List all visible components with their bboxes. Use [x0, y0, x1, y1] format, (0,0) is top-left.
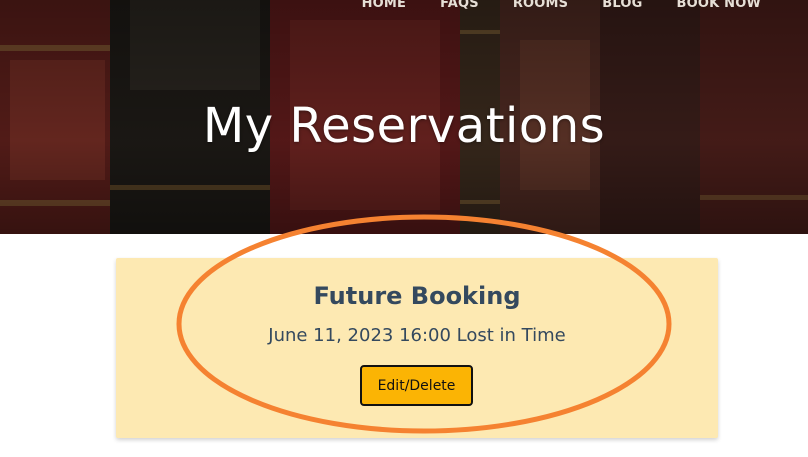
nav-home-link[interactable]: HOME: [345, 0, 424, 14]
reservation-detail: June 11, 2023 16:00 Lost in Time: [268, 325, 566, 346]
nav-blog-link[interactable]: BLOG: [585, 0, 659, 14]
main-nav: HOME FAQS ROOMS BLOG BOOK NOW: [345, 0, 778, 14]
reservation-title: Future Booking: [313, 282, 521, 310]
nav-faqs-link[interactable]: FAQS: [423, 0, 496, 14]
nav-book-now-link[interactable]: BOOK NOW: [660, 0, 778, 14]
hero-banner: HOME FAQS ROOMS BLOG BOOK NOW My Reserva…: [0, 0, 808, 234]
reservation-card: Future Booking June 11, 2023 16:00 Lost …: [116, 258, 718, 438]
page-title: My Reservations: [202, 98, 606, 154]
edit-delete-button[interactable]: Edit/Delete: [360, 365, 473, 406]
nav-rooms-link[interactable]: ROOMS: [496, 0, 585, 14]
